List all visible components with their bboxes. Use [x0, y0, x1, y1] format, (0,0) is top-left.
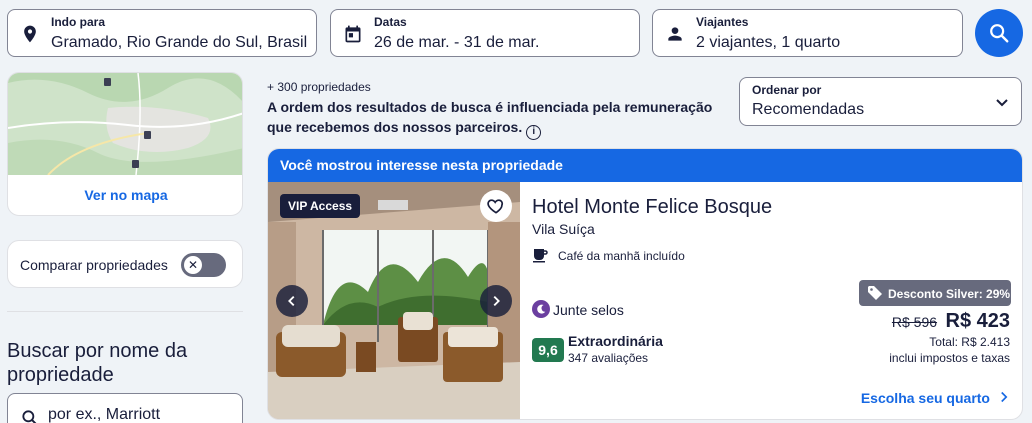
- sort-value: Recomendadas: [752, 101, 865, 118]
- total-price: Total: R$ 2.413: [929, 335, 1010, 349]
- location-pin-icon: [24, 25, 36, 43]
- view-map-link[interactable]: Ver no mapa: [8, 187, 242, 203]
- favorite-button[interactable]: [480, 190, 512, 222]
- rating-score-badge: 9,6: [532, 338, 564, 362]
- amenity-text: Café da manhã incluído: [558, 249, 685, 263]
- chevron-right-icon: [998, 390, 1010, 406]
- current-price: R$ 423: [945, 310, 1011, 332]
- destination-label: Indo para: [51, 15, 106, 29]
- heart-icon: [487, 199, 504, 214]
- search-icon: [990, 24, 1009, 43]
- price-row: R$ 596 R$ 423: [892, 310, 1010, 333]
- info-icon[interactable]: i: [526, 125, 542, 140]
- choose-room-link[interactable]: Escolha seu quarto: [861, 390, 1010, 406]
- chevron-right-icon: [493, 295, 500, 307]
- divider: [7, 311, 243, 312]
- hotel-name[interactable]: Hotel Monte Felice Bosque: [532, 196, 772, 219]
- vip-access-badge: VIP Access: [280, 194, 361, 218]
- original-price: R$ 596: [891, 314, 938, 330]
- discount-text: Desconto Silver: 29%: [888, 287, 1011, 301]
- property-photo[interactable]: VIP Access: [268, 182, 520, 419]
- results-count: + 300 propriedades: [267, 80, 371, 94]
- travelers-label: Viajantes: [696, 15, 749, 29]
- map-thumbnail: [8, 73, 242, 175]
- chevron-left-icon: [288, 295, 295, 307]
- name-search-title: Buscar por nome da propriedade: [7, 340, 188, 386]
- compare-toggle[interactable]: ✕: [181, 253, 226, 277]
- name-search-input[interactable]: [48, 406, 228, 423]
- travelers-field[interactable]: Viajantes 2 viajantes, 1 quarto: [652, 9, 963, 57]
- next-photo-button[interactable]: [480, 285, 512, 317]
- sort-label: Ordenar por: [752, 83, 822, 97]
- calendar-icon: [345, 25, 361, 43]
- interest-banner: Você mostrou interesse nesta propriedade: [268, 149, 1022, 182]
- destination-field[interactable]: Indo para Gramado, Rio Grande do Sul, Br…: [7, 9, 317, 57]
- dates-value: 26 de mar. - 31 de mar.: [374, 34, 540, 51]
- discount-badge: Desconto Silver: 29%: [859, 280, 1011, 306]
- dates-label: Datas: [374, 15, 407, 29]
- hotel-neighborhood: Vila Suíça: [532, 221, 595, 237]
- taxes-note: inclui impostos e taxas: [889, 351, 1010, 365]
- choose-room-text: Escolha seu quarto: [860, 390, 990, 406]
- compare-label: Comparar propriedades: [20, 257, 168, 273]
- compare-properties-card: Comparar propriedades ✕: [7, 240, 243, 288]
- review-count: 347 avaliações: [568, 351, 649, 365]
- toggle-off-icon: ✕: [184, 256, 202, 274]
- search-button[interactable]: [975, 9, 1023, 57]
- previous-photo-button[interactable]: [276, 285, 308, 317]
- loyalty-stamp-icon: [532, 300, 550, 318]
- search-icon: [22, 410, 37, 423]
- rating-label: Extraordinária: [568, 333, 663, 349]
- chevron-down-icon: [996, 99, 1008, 107]
- tag-icon: [868, 286, 882, 300]
- sort-select[interactable]: Ordenar por Recomendadas: [739, 77, 1022, 126]
- loyalty-text: Junte selos: [553, 302, 624, 318]
- travelers-value: 2 viajantes, 1 quarto: [696, 34, 841, 51]
- coffee-cup-icon: [533, 249, 548, 263]
- ranking-notice-text: A ordem dos resultados de busca é influe…: [267, 99, 713, 135]
- person-icon: [668, 27, 682, 41]
- property-card[interactable]: Você mostrou interesse nesta propriedade…: [267, 148, 1023, 420]
- name-search-field[interactable]: [7, 393, 243, 423]
- map-card[interactable]: Ver no mapa: [7, 72, 243, 216]
- ranking-notice: A ordem dos resultados de busca é influe…: [267, 97, 737, 140]
- destination-value: Gramado, Rio Grande do Sul, Brasil: [51, 34, 308, 51]
- dates-field[interactable]: Datas 26 de mar. - 31 de mar.: [330, 9, 640, 57]
